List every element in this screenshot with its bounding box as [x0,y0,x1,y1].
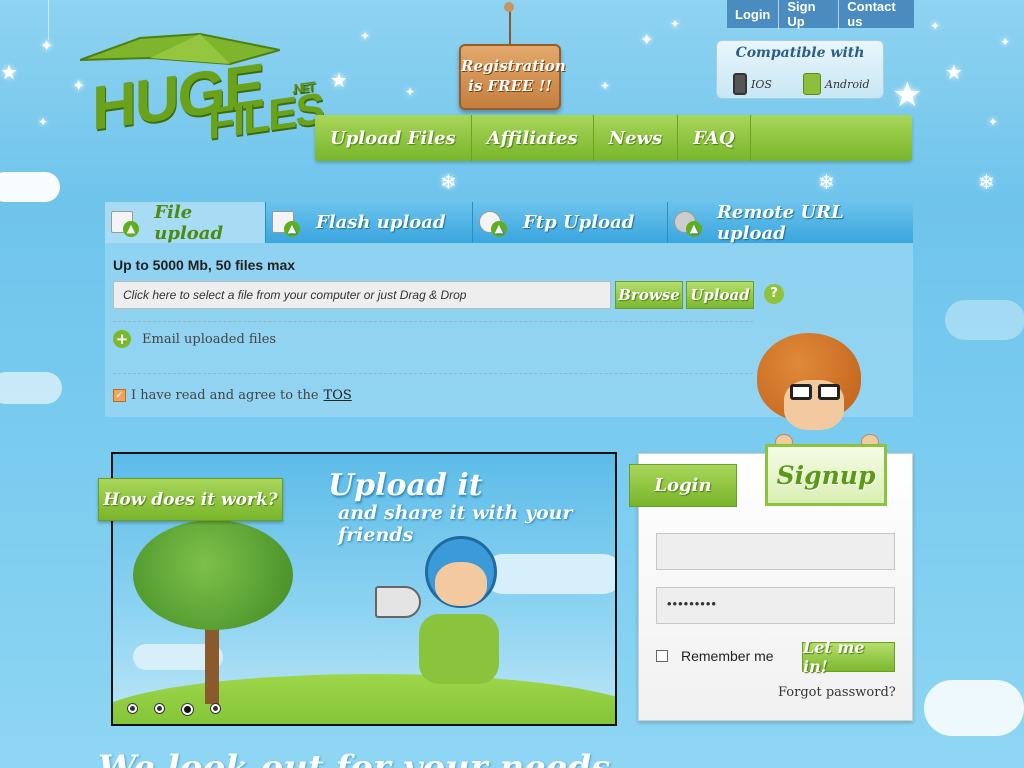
nav-upload-files[interactable]: Upload Files [315,115,472,161]
star-icon: ★ [892,75,923,115]
character-face [435,562,487,606]
upload-limits: Up to 5000 Mb, 50 files max [113,257,296,273]
top-login-link[interactable]: Login [727,7,778,22]
android-icon [803,73,821,95]
cloud [924,680,1024,736]
ios-label: IOS [751,77,772,91]
iphone-icon [733,73,747,95]
divider [113,373,753,374]
star-icon: ✦ [988,115,999,129]
sign-line-2: is FREE !! [468,77,552,95]
star-icon: ★ [945,60,963,84]
android-label: Android [825,77,870,91]
site-logo[interactable]: HUGE FILES .NET [80,22,323,172]
username-field[interactable] [656,533,895,570]
tos-link[interactable]: TOS [324,388,352,403]
sign-string [509,6,511,46]
megaphone-icon [375,586,421,618]
tab-ftp-upload[interactable]: ▲ Ftp Upload [473,202,668,243]
file-upload-icon: ▲ [109,209,144,237]
forgot-password-link[interactable]: Forgot password? [778,685,896,700]
registration-free-sign: Registration is FREE !! [459,44,566,110]
top-links: Login Sign Up Contact us [727,0,914,29]
android-badge[interactable]: Android [803,73,870,95]
ios-badge[interactable]: IOS [733,73,772,95]
upload-button[interactable]: Upload [686,281,754,309]
email-uploaded-files-toggle[interactable]: + Email uploaded files [113,330,276,348]
signup-tab[interactable]: Signup [765,444,887,506]
cloud [945,300,1024,340]
star-icon: ✦ [930,19,941,33]
star-icon: ✦ [670,17,681,31]
top-contact-link[interactable]: Contact us [838,0,914,29]
logo-tld: .NET [292,78,314,97]
slider-dot-active[interactable] [182,704,193,715]
top-signup-link[interactable]: Sign Up [778,0,838,29]
email-label: Email uploaded files [142,331,277,347]
star-icon: ★ [0,60,18,84]
star-icon: ✦ [1000,35,1011,49]
tos-agreement: ✓ I have read and agree to the TOS [113,388,352,403]
glasses-left [790,384,812,400]
star-icon: ✦ [360,29,371,43]
tab-remote-url-upload[interactable]: ▲ Remote URL upload [668,201,913,244]
flash-upload-icon: ▲ [270,209,306,237]
slider-dots [128,704,220,715]
slider-dot[interactable] [211,704,220,713]
plus-icon: + [113,330,131,348]
tab-label: File upload [154,201,224,244]
browse-button[interactable]: Browse [615,281,683,309]
upload-tabs: ▲ File upload ▲ Flash upload ▲ Ftp Uploa… [105,201,913,244]
tree-icon [133,520,293,630]
tab-label: Flash upload [316,212,446,233]
sign-nail [504,2,514,12]
grass-hill [113,674,615,724]
remember-label: Remember me [681,648,774,664]
star-icon: ✦ [40,36,54,55]
sign-line-1: Registration [461,57,566,75]
cloud [0,372,62,404]
main-nav: Upload Files Affiliates News FAQ [315,115,912,161]
tab-flash-upload[interactable]: ▲ Flash upload [266,202,473,243]
remember-checkbox[interactable] [656,650,668,662]
cloud [483,554,615,594]
bottom-heading: We look out for your needs [98,748,611,768]
divider [113,321,753,322]
help-icon[interactable]: ? [764,284,784,304]
tos-checkbox[interactable]: ✓ [113,389,126,402]
nav-faq[interactable]: FAQ [678,115,751,161]
hanging-string [48,0,49,40]
slider-dot[interactable] [128,704,137,713]
character-body [419,614,499,684]
snowflake-icon: ❄ [818,170,835,194]
compatible-title: Compatible with [735,45,865,61]
password-field[interactable]: ••••••••• [656,587,895,624]
glasses-right [818,384,840,400]
nav-news[interactable]: News [594,115,679,161]
slide-headline: Upload it [328,468,483,503]
snowflake-icon: ❄ [440,170,457,194]
star-icon: ✦ [600,79,611,93]
snowflake-icon: ❄ [978,170,995,194]
file-select-field[interactable]: Click here to select a file from your co… [113,281,611,309]
cloud [0,172,60,202]
ftp-sync-icon: ▲ [477,209,513,237]
star-icon: ✦ [640,30,654,49]
how-does-it-work-banner[interactable]: How does it work? [98,478,283,521]
nav-affiliates[interactable]: Affiliates [472,115,594,161]
star-icon: ✦ [38,115,49,129]
tab-label: Ftp Upload [523,212,635,233]
slider-dot[interactable] [155,704,164,713]
star-icon: ✦ [405,85,416,99]
login-tab[interactable]: Login [629,464,737,507]
remember-me[interactable]: Remember me [656,648,774,664]
globe-upload-icon: ▲ [672,209,707,237]
tab-file-upload[interactable]: ▲ File upload [105,201,266,244]
star-icon: ★ [330,68,348,92]
let-me-in-button[interactable]: Let me in! [802,638,895,676]
compatible-with-box: Compatible with IOS Android [716,40,884,99]
tos-text: I have read and agree to the [131,388,319,403]
tab-label: Remote URL upload [716,201,844,244]
